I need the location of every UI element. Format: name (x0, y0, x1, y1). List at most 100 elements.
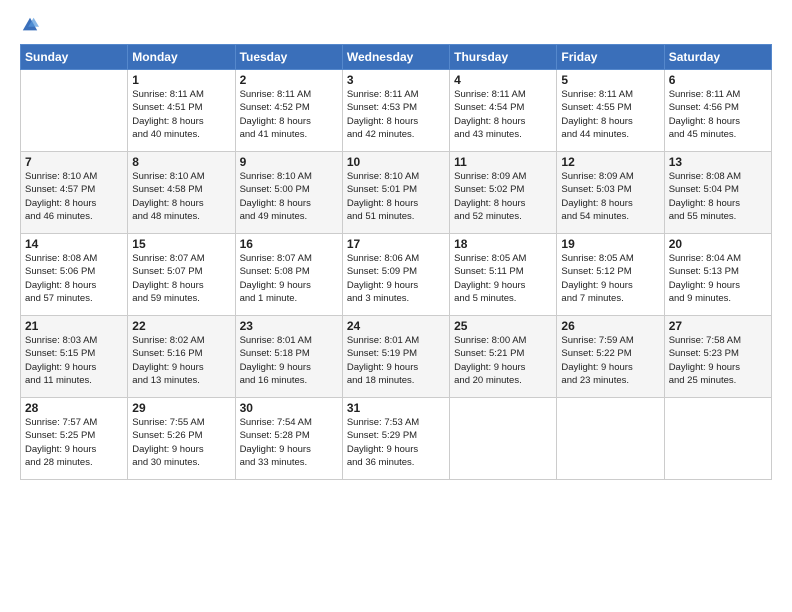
day-cell: 6Sunrise: 8:11 AM Sunset: 4:56 PM Daylig… (664, 70, 771, 152)
day-number: 18 (454, 237, 552, 251)
week-row-4: 21Sunrise: 8:03 AM Sunset: 5:15 PM Dayli… (21, 316, 772, 398)
day-cell: 28Sunrise: 7:57 AM Sunset: 5:25 PM Dayli… (21, 398, 128, 480)
day-number: 13 (669, 155, 767, 169)
day-info: Sunrise: 7:55 AM Sunset: 5:26 PM Dayligh… (132, 416, 230, 469)
day-cell: 27Sunrise: 7:58 AM Sunset: 5:23 PM Dayli… (664, 316, 771, 398)
day-cell: 23Sunrise: 8:01 AM Sunset: 5:18 PM Dayli… (235, 316, 342, 398)
day-cell (21, 70, 128, 152)
day-cell: 21Sunrise: 8:03 AM Sunset: 5:15 PM Dayli… (21, 316, 128, 398)
day-number: 12 (561, 155, 659, 169)
day-info: Sunrise: 8:07 AM Sunset: 5:07 PM Dayligh… (132, 252, 230, 305)
day-cell (450, 398, 557, 480)
day-number: 1 (132, 73, 230, 87)
day-number: 27 (669, 319, 767, 333)
day-cell: 10Sunrise: 8:10 AM Sunset: 5:01 PM Dayli… (342, 152, 449, 234)
day-number: 2 (240, 73, 338, 87)
day-info: Sunrise: 8:07 AM Sunset: 5:08 PM Dayligh… (240, 252, 338, 305)
week-row-1: 1Sunrise: 8:11 AM Sunset: 4:51 PM Daylig… (21, 70, 772, 152)
day-cell: 4Sunrise: 8:11 AM Sunset: 4:54 PM Daylig… (450, 70, 557, 152)
day-number: 31 (347, 401, 445, 415)
day-number: 14 (25, 237, 123, 251)
day-cell: 30Sunrise: 7:54 AM Sunset: 5:28 PM Dayli… (235, 398, 342, 480)
day-info: Sunrise: 8:08 AM Sunset: 5:04 PM Dayligh… (669, 170, 767, 223)
day-info: Sunrise: 8:11 AM Sunset: 4:56 PM Dayligh… (669, 88, 767, 141)
day-info: Sunrise: 8:05 AM Sunset: 5:11 PM Dayligh… (454, 252, 552, 305)
day-cell: 19Sunrise: 8:05 AM Sunset: 5:12 PM Dayli… (557, 234, 664, 316)
day-info: Sunrise: 8:09 AM Sunset: 5:03 PM Dayligh… (561, 170, 659, 223)
day-number: 5 (561, 73, 659, 87)
day-info: Sunrise: 7:57 AM Sunset: 5:25 PM Dayligh… (25, 416, 123, 469)
day-number: 21 (25, 319, 123, 333)
day-info: Sunrise: 8:10 AM Sunset: 4:57 PM Dayligh… (25, 170, 123, 223)
day-number: 19 (561, 237, 659, 251)
day-cell: 12Sunrise: 8:09 AM Sunset: 5:03 PM Dayli… (557, 152, 664, 234)
day-number: 11 (454, 155, 552, 169)
day-number: 7 (25, 155, 123, 169)
logo-icon (21, 16, 39, 34)
day-info: Sunrise: 8:11 AM Sunset: 4:55 PM Dayligh… (561, 88, 659, 141)
calendar-table: SundayMondayTuesdayWednesdayThursdayFrid… (20, 44, 772, 480)
day-info: Sunrise: 8:00 AM Sunset: 5:21 PM Dayligh… (454, 334, 552, 387)
day-number: 25 (454, 319, 552, 333)
day-info: Sunrise: 8:06 AM Sunset: 5:09 PM Dayligh… (347, 252, 445, 305)
week-row-2: 7Sunrise: 8:10 AM Sunset: 4:57 PM Daylig… (21, 152, 772, 234)
day-cell: 26Sunrise: 7:59 AM Sunset: 5:22 PM Dayli… (557, 316, 664, 398)
day-number: 8 (132, 155, 230, 169)
day-cell: 18Sunrise: 8:05 AM Sunset: 5:11 PM Dayli… (450, 234, 557, 316)
day-number: 15 (132, 237, 230, 251)
day-info: Sunrise: 8:11 AM Sunset: 4:51 PM Dayligh… (132, 88, 230, 141)
day-cell: 20Sunrise: 8:04 AM Sunset: 5:13 PM Dayli… (664, 234, 771, 316)
day-info: Sunrise: 8:11 AM Sunset: 4:53 PM Dayligh… (347, 88, 445, 141)
day-cell: 14Sunrise: 8:08 AM Sunset: 5:06 PM Dayli… (21, 234, 128, 316)
day-number: 16 (240, 237, 338, 251)
day-number: 24 (347, 319, 445, 333)
day-info: Sunrise: 8:01 AM Sunset: 5:19 PM Dayligh… (347, 334, 445, 387)
logo (20, 16, 40, 34)
day-info: Sunrise: 8:10 AM Sunset: 5:00 PM Dayligh… (240, 170, 338, 223)
day-number: 30 (240, 401, 338, 415)
day-info: Sunrise: 8:11 AM Sunset: 4:54 PM Dayligh… (454, 88, 552, 141)
day-cell: 5Sunrise: 8:11 AM Sunset: 4:55 PM Daylig… (557, 70, 664, 152)
day-cell: 22Sunrise: 8:02 AM Sunset: 5:16 PM Dayli… (128, 316, 235, 398)
day-info: Sunrise: 8:10 AM Sunset: 4:58 PM Dayligh… (132, 170, 230, 223)
calendar-page: SundayMondayTuesdayWednesdayThursdayFrid… (0, 0, 792, 612)
day-number: 6 (669, 73, 767, 87)
day-info: Sunrise: 7:53 AM Sunset: 5:29 PM Dayligh… (347, 416, 445, 469)
day-info: Sunrise: 7:54 AM Sunset: 5:28 PM Dayligh… (240, 416, 338, 469)
day-cell: 3Sunrise: 8:11 AM Sunset: 4:53 PM Daylig… (342, 70, 449, 152)
day-info: Sunrise: 8:05 AM Sunset: 5:12 PM Dayligh… (561, 252, 659, 305)
day-info: Sunrise: 7:59 AM Sunset: 5:22 PM Dayligh… (561, 334, 659, 387)
day-cell: 8Sunrise: 8:10 AM Sunset: 4:58 PM Daylig… (128, 152, 235, 234)
day-number: 23 (240, 319, 338, 333)
day-cell: 2Sunrise: 8:11 AM Sunset: 4:52 PM Daylig… (235, 70, 342, 152)
day-cell: 11Sunrise: 8:09 AM Sunset: 5:02 PM Dayli… (450, 152, 557, 234)
day-number: 28 (25, 401, 123, 415)
day-cell: 13Sunrise: 8:08 AM Sunset: 5:04 PM Dayli… (664, 152, 771, 234)
day-info: Sunrise: 8:08 AM Sunset: 5:06 PM Dayligh… (25, 252, 123, 305)
day-header-monday: Monday (128, 45, 235, 70)
day-number: 3 (347, 73, 445, 87)
header (20, 16, 772, 34)
day-header-sunday: Sunday (21, 45, 128, 70)
week-row-3: 14Sunrise: 8:08 AM Sunset: 5:06 PM Dayli… (21, 234, 772, 316)
day-number: 29 (132, 401, 230, 415)
day-cell: 9Sunrise: 8:10 AM Sunset: 5:00 PM Daylig… (235, 152, 342, 234)
day-cell: 25Sunrise: 8:00 AM Sunset: 5:21 PM Dayli… (450, 316, 557, 398)
day-header-friday: Friday (557, 45, 664, 70)
day-cell: 16Sunrise: 8:07 AM Sunset: 5:08 PM Dayli… (235, 234, 342, 316)
week-row-5: 28Sunrise: 7:57 AM Sunset: 5:25 PM Dayli… (21, 398, 772, 480)
day-number: 9 (240, 155, 338, 169)
day-info: Sunrise: 8:02 AM Sunset: 5:16 PM Dayligh… (132, 334, 230, 387)
header-row: SundayMondayTuesdayWednesdayThursdayFrid… (21, 45, 772, 70)
day-info: Sunrise: 8:03 AM Sunset: 5:15 PM Dayligh… (25, 334, 123, 387)
day-cell: 1Sunrise: 8:11 AM Sunset: 4:51 PM Daylig… (128, 70, 235, 152)
day-info: Sunrise: 8:10 AM Sunset: 5:01 PM Dayligh… (347, 170, 445, 223)
day-header-thursday: Thursday (450, 45, 557, 70)
day-number: 26 (561, 319, 659, 333)
day-header-tuesday: Tuesday (235, 45, 342, 70)
day-info: Sunrise: 8:01 AM Sunset: 5:18 PM Dayligh… (240, 334, 338, 387)
day-info: Sunrise: 8:11 AM Sunset: 4:52 PM Dayligh… (240, 88, 338, 141)
day-cell: 15Sunrise: 8:07 AM Sunset: 5:07 PM Dayli… (128, 234, 235, 316)
day-cell: 7Sunrise: 8:10 AM Sunset: 4:57 PM Daylig… (21, 152, 128, 234)
day-info: Sunrise: 8:09 AM Sunset: 5:02 PM Dayligh… (454, 170, 552, 223)
